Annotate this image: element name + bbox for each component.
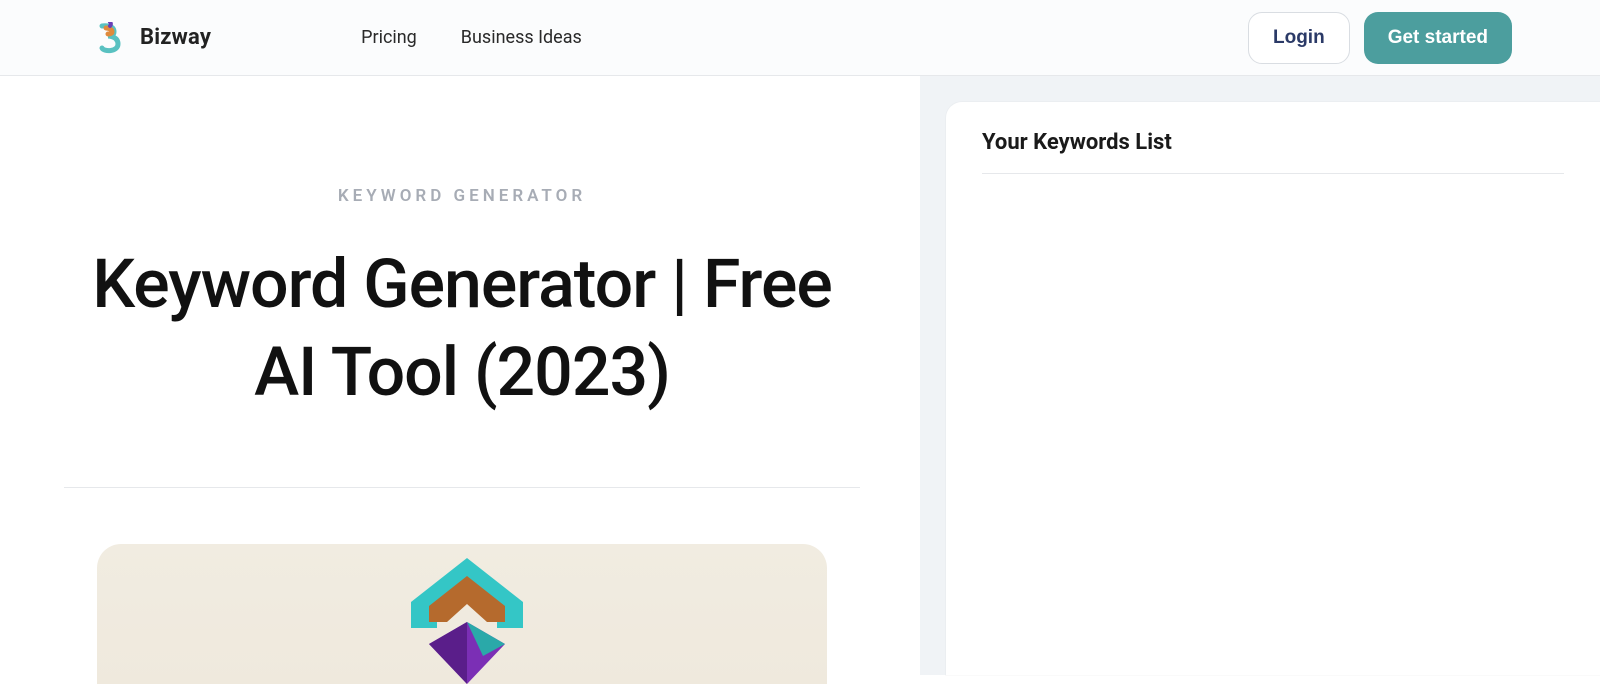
nav-link-pricing[interactable]: Pricing	[361, 27, 417, 48]
nav-actions: Login Get started	[1248, 12, 1512, 64]
article-main: KEYWORD GENERATOR Keyword Generator | Fr…	[0, 76, 920, 675]
hero-glyph-icon	[397, 552, 537, 684]
nav-link-business-ideas[interactable]: Business Ideas	[461, 27, 582, 48]
brand-link[interactable]: Bizway	[96, 22, 211, 54]
side-area: Your Keywords List	[920, 76, 1600, 675]
get-started-button[interactable]: Get started	[1364, 12, 1512, 64]
brand-name: Bizway	[140, 25, 211, 50]
page-body: KEYWORD GENERATOR Keyword Generator | Fr…	[0, 76, 1600, 675]
keywords-panel-title: Your Keywords List	[982, 130, 1564, 174]
login-button[interactable]: Login	[1248, 12, 1350, 64]
page-title: Keyword Generator | Free AI Tool (2023)	[64, 240, 860, 417]
article-eyebrow: KEYWORD GENERATOR	[64, 186, 860, 206]
title-divider	[64, 487, 860, 488]
nav-links: Pricing Business Ideas	[361, 27, 582, 48]
brand-logo-icon	[96, 22, 124, 54]
keywords-panel: Your Keywords List	[946, 102, 1600, 675]
hero-image	[97, 544, 827, 684]
top-nav: Bizway Pricing Business Ideas Login Get …	[0, 0, 1600, 76]
